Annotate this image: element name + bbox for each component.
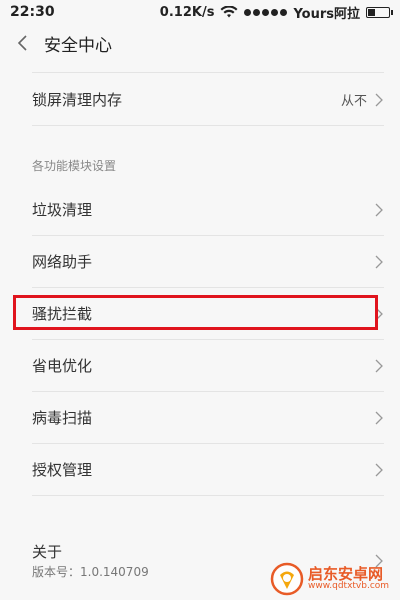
chevron-right-icon xyxy=(375,255,383,268)
row-power-saving[interactable]: 省电优化 xyxy=(32,340,384,392)
watermark-name: 启东安卓网 xyxy=(308,564,384,583)
row-label: 病毒扫描 xyxy=(32,409,93,427)
about-label: 关于 xyxy=(32,543,63,561)
row-label: 网络助手 xyxy=(32,253,93,271)
watermark: 启东安卓网 www.qdtxtvb.com xyxy=(270,558,400,600)
divider xyxy=(32,72,384,73)
row-lockscreen-clean-memory[interactable]: 锁屏清理内存 从不 xyxy=(32,74,384,126)
status-indicators: 0.12K/s Yours阿拉 xyxy=(159,3,393,22)
chevron-right-icon xyxy=(375,359,383,372)
status-bar: 22:30 0.12K/s Yours阿拉 xyxy=(0,0,400,24)
chevron-right-icon xyxy=(375,203,383,216)
back-arrow-icon[interactable] xyxy=(16,34,30,52)
about-version: 版本号：1.0.140709 xyxy=(32,565,149,579)
chevron-right-icon xyxy=(375,93,383,106)
signal-strength-icon xyxy=(244,8,288,16)
row-label: 锁屏清理内存 xyxy=(32,91,123,109)
row-virus-scan[interactable]: 病毒扫描 xyxy=(32,392,384,444)
screen: 22:30 0.12K/s Yours阿拉 安全中心 锁屏清理内存 从不 各功能… xyxy=(0,0,400,600)
carrier-name: Yours阿拉 xyxy=(293,6,360,22)
page-title: 安全中心 xyxy=(44,35,112,56)
watermark-url: www.qdtxtvb.com xyxy=(308,581,390,592)
status-time: 22:30 xyxy=(10,4,55,20)
row-value: 从不 xyxy=(340,94,367,109)
row-junk-clean[interactable]: 垃圾清理 xyxy=(32,184,384,236)
network-speed: 0.12K/s xyxy=(159,4,215,20)
row-label: 授权管理 xyxy=(32,461,93,479)
row-label: 省电优化 xyxy=(32,357,93,375)
row-permission-management[interactable]: 授权管理 xyxy=(32,444,384,496)
highlight-annotation-box xyxy=(13,295,378,330)
wifi-icon xyxy=(220,6,238,18)
watermark-logo-icon xyxy=(270,562,304,596)
battery-icon xyxy=(366,6,393,18)
chevron-right-icon xyxy=(375,463,383,476)
chevron-right-icon xyxy=(375,411,383,424)
row-label: 垃圾清理 xyxy=(32,201,93,219)
section-header: 各功能模块设置 xyxy=(32,159,117,173)
app-header: 安全中心 xyxy=(0,24,400,62)
row-network-assistant[interactable]: 网络助手 xyxy=(32,236,384,288)
